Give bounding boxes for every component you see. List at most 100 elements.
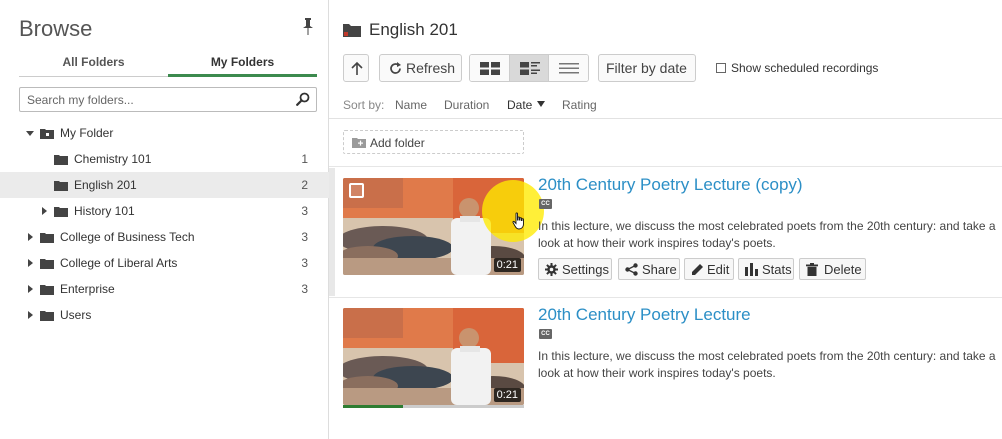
tree-item-college-of-business-tech[interactable]: College of Business Tech 3: [0, 224, 329, 250]
folder-icon: [40, 311, 54, 321]
duration-badge: 0:21: [493, 388, 521, 402]
folder-tabs: All Folders My Folders: [19, 50, 317, 77]
tree-item-count: 3: [301, 204, 308, 218]
view-detail-button[interactable]: [509, 55, 550, 81]
tree-item-chemistry-101[interactable]: Chemistry 101 1: [0, 146, 329, 172]
divider: [329, 166, 1002, 167]
pin-icon[interactable]: [302, 18, 314, 36]
stats-button[interactable]: Stats: [738, 258, 794, 280]
edit-label: Edit: [707, 262, 730, 277]
session-row[interactable]: 0:21 20th Century Poetry Lecture CC In t…: [329, 297, 1002, 425]
sort-date[interactable]: Date: [507, 98, 532, 112]
duration-badge: 0:21: [493, 258, 521, 272]
tree-item-college-of-liberal-arts[interactable]: College of Liberal Arts 3: [0, 250, 329, 276]
tree-item-label: Users: [60, 308, 92, 322]
pencil-icon: [692, 264, 703, 275]
home-folder-icon: [40, 129, 54, 139]
tree-item-count: 1: [301, 152, 308, 166]
folder-search-input[interactable]: [20, 88, 280, 111]
tree-item-label: College of Business Tech: [60, 230, 195, 244]
caret-right-icon[interactable]: [26, 259, 34, 267]
sidebar: Browse All Folders My Folders My Folder: [0, 0, 329, 439]
closed-captions-icon: CC: [539, 199, 552, 209]
refresh-button[interactable]: Refresh: [379, 54, 462, 82]
tree-item-count: 3: [301, 256, 308, 270]
tree-item-label: Enterprise: [60, 282, 115, 296]
caret-right-icon[interactable]: [26, 233, 34, 241]
folder-icon: [54, 155, 68, 165]
tree-item-enterprise[interactable]: Enterprise 3: [0, 276, 329, 302]
row-hover-indicator: [329, 168, 335, 296]
watch-progress-bar: [343, 405, 524, 408]
tab-my-folders[interactable]: My Folders: [168, 50, 317, 77]
filter-by-date-button[interactable]: Filter by date: [598, 54, 696, 82]
session-title-link[interactable]: 20th Century Poetry Lecture: [538, 305, 751, 325]
tree-item-label: College of Liberal Arts: [60, 256, 178, 270]
sort-duration[interactable]: Duration: [444, 98, 489, 112]
caret-down-icon[interactable]: [26, 129, 34, 137]
delete-label: Delete: [824, 262, 862, 277]
folder-search: [19, 87, 317, 112]
tree-item-label: History 101: [74, 204, 135, 218]
sort-prefix: Sort by:: [343, 98, 385, 112]
share-button[interactable]: Share: [618, 258, 680, 280]
main-panel: English 201 Refresh Filter by date Show …: [329, 0, 1002, 439]
delete-button[interactable]: Delete: [799, 258, 866, 280]
tab-all-folders[interactable]: All Folders: [19, 50, 168, 77]
sort-rating[interactable]: Rating: [562, 98, 597, 112]
tree-item-count: 2: [301, 178, 308, 192]
caret-right-icon[interactable]: [40, 207, 48, 215]
watch-progress-fill: [343, 405, 403, 408]
session-description: In this lecture, we discuss the most cel…: [538, 219, 996, 250]
tree-item-history-101[interactable]: History 101 3: [0, 198, 329, 224]
trash-icon: [806, 263, 818, 276]
session-row[interactable]: 0:21 20th Century Poetry Lecture (copy) …: [329, 168, 1002, 296]
tree-item-my-folder[interactable]: My Folder: [0, 120, 329, 146]
tree-item-label: My Folder: [60, 126, 114, 140]
folder-icon: [54, 207, 68, 217]
folder-icon: [40, 259, 54, 269]
session-thumbnail[interactable]: 0:21: [343, 308, 524, 405]
up-button[interactable]: [343, 54, 369, 82]
sidebar-title: Browse: [19, 16, 93, 41]
select-checkbox[interactable]: [349, 183, 364, 198]
edit-button[interactable]: Edit: [684, 258, 734, 280]
arrow-up-icon: [351, 61, 363, 75]
refresh-icon: [390, 62, 401, 74]
share-icon: [625, 263, 638, 276]
caret-right-icon[interactable]: [26, 311, 34, 319]
detail-view-icon: [519, 62, 540, 75]
add-folder-label: Add folder: [370, 136, 425, 150]
scheduled-label: Show scheduled recordings: [731, 61, 879, 75]
settings-button[interactable]: Settings: [538, 258, 612, 280]
tree-item-users[interactable]: Users: [0, 302, 329, 328]
sort-desc-icon[interactable]: [537, 101, 545, 108]
view-list-button[interactable]: [549, 55, 588, 81]
folder-icon: [40, 233, 54, 243]
tree-item-label: English 201: [74, 178, 137, 192]
add-folder-icon: [352, 138, 366, 148]
page-title: English 201: [369, 20, 458, 39]
add-folder-button[interactable]: Add folder: [343, 130, 524, 154]
list-view-icon: [559, 63, 580, 74]
folder-icon: [343, 24, 361, 37]
folder-tree: My Folder Chemistry 101 1 English 201 2 …: [0, 120, 329, 328]
settings-label: Settings: [562, 262, 609, 277]
stats-label: Stats: [762, 262, 792, 277]
caret-right-icon[interactable]: [26, 285, 34, 293]
share-label: Share: [642, 262, 677, 277]
session-title-link[interactable]: 20th Century Poetry Lecture (copy): [538, 175, 803, 195]
sort-name[interactable]: Name: [395, 98, 427, 112]
view-grid-button[interactable]: [470, 55, 510, 81]
cursor-highlight: [482, 180, 544, 242]
tree-item-count: 3: [301, 230, 308, 244]
divider: [329, 118, 1002, 119]
tree-item-english-201[interactable]: English 201 2: [0, 172, 329, 198]
scheduled-checkbox[interactable]: [716, 63, 726, 73]
tree-item-count: 3: [301, 282, 308, 296]
closed-captions-icon: CC: [539, 329, 552, 339]
filter-label: Filter by date: [606, 60, 687, 76]
session-description: In this lecture, we discuss the most cel…: [538, 349, 996, 380]
search-icon[interactable]: [296, 92, 310, 106]
tree-item-label: Chemistry 101: [74, 152, 152, 166]
